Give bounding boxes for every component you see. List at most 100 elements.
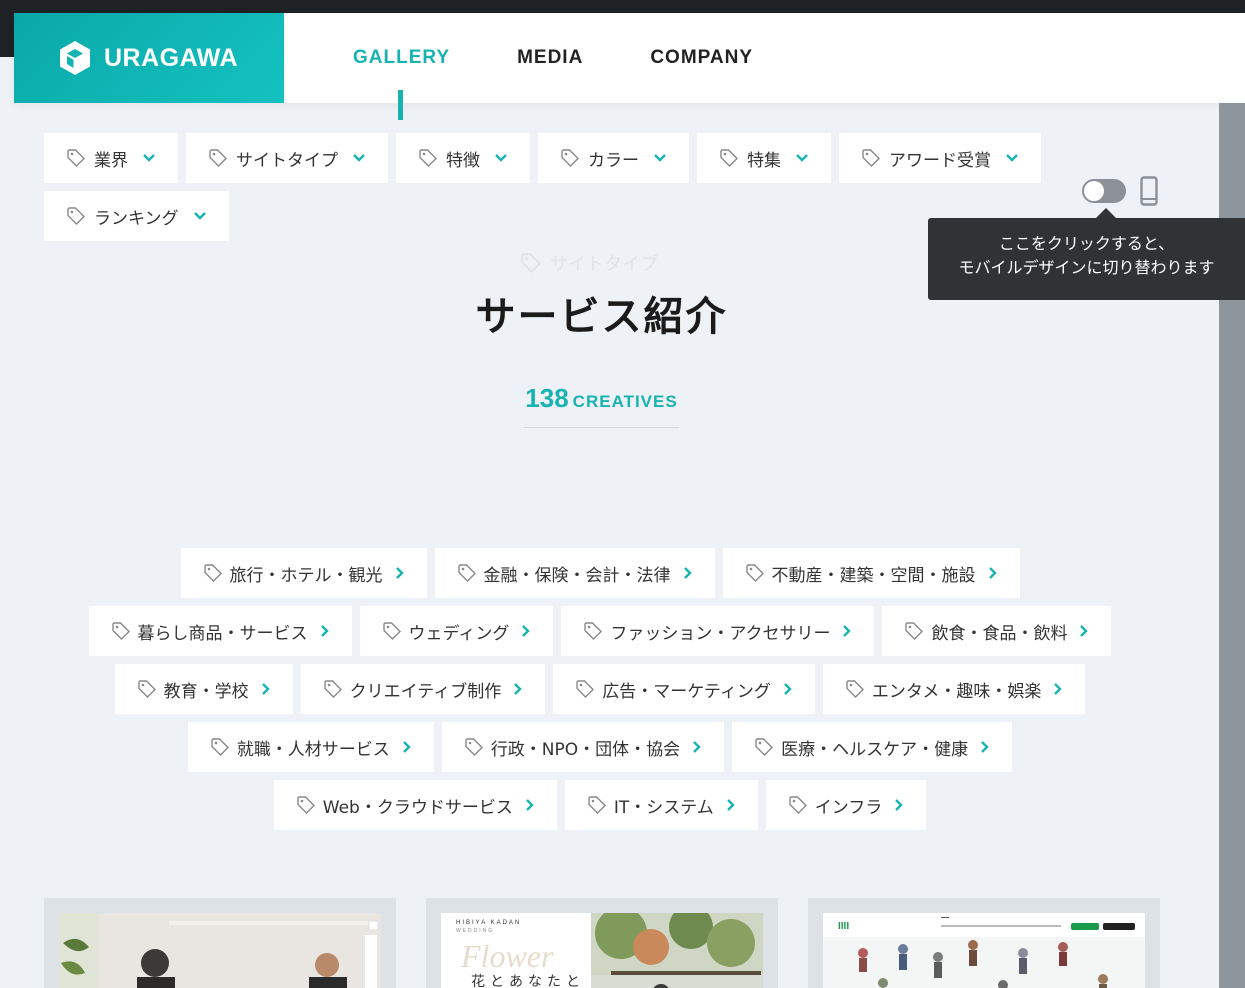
tag-icon xyxy=(521,253,542,274)
filter-label: 業界 xyxy=(94,150,128,171)
category-label: 不動産・建築・空間・施設 xyxy=(771,565,976,586)
category-row: 旅行・ホテル・観光 金融・保険・会計・法律 不動産・建築・空間・施設 xyxy=(40,548,1160,598)
filter-dropdown[interactable]: 特集 xyxy=(697,133,831,183)
card-script-text: Flower xyxy=(461,938,554,974)
category-list: 旅行・ホテル・観光 金融・保険・会計・法律 不動産・建築・空間・施設暮らし商品・サー… xyxy=(40,548,1160,838)
chevron-right-icon xyxy=(320,625,329,637)
filter-dropdown[interactable]: 業界 xyxy=(44,133,178,183)
tag-icon xyxy=(755,738,774,756)
card-thumbnail[interactable]: IIII xyxy=(823,913,1145,988)
category-link[interactable]: ファッション・アクセサリー xyxy=(561,606,875,656)
filter-dropdown[interactable]: ランキング xyxy=(44,191,229,241)
smartphone-icon[interactable] xyxy=(1140,176,1158,206)
top-bar-edge xyxy=(0,13,14,57)
nav-company[interactable]: COMPANY xyxy=(650,47,753,69)
toggle-knob xyxy=(1084,181,1104,201)
tag-icon xyxy=(297,796,315,814)
site-header: URAGAWA GALLERY MEDIA COMPANY xyxy=(14,13,1245,103)
top-bar xyxy=(0,0,1245,13)
filter-dropdown[interactable]: カラー xyxy=(538,133,689,183)
nav-media[interactable]: MEDIA xyxy=(517,47,583,69)
category-link[interactable]: IT・システム xyxy=(564,780,758,830)
category-link[interactable]: Web・クラウドサービス xyxy=(273,780,557,830)
chevron-right-icon xyxy=(395,567,404,579)
nav-active-indicator xyxy=(398,90,403,120)
category-link[interactable]: 広告・マーケティング xyxy=(553,664,815,714)
category-link[interactable]: 不動産・建築・空間・施設 xyxy=(722,548,1020,598)
gallery-card[interactable] xyxy=(44,898,396,988)
tag-icon xyxy=(67,207,85,225)
card-thumbnail-image xyxy=(823,917,1145,988)
card-thumbnail-image xyxy=(59,913,381,988)
tooltip-line-1: ここをクリックすると、 xyxy=(998,234,1175,253)
main-nav: GALLERY MEDIA COMPANY xyxy=(353,13,820,103)
filter-dropdown[interactable]: アワード受賞 xyxy=(839,133,1041,183)
category-link[interactable]: ウェディング xyxy=(359,606,554,656)
category-label: 旅行・ホテル・観光 xyxy=(229,565,383,586)
category-link[interactable]: エンタメ・趣味・娯楽 xyxy=(822,664,1086,714)
category-link[interactable]: 教育・学校 xyxy=(114,664,293,714)
chevron-down-icon xyxy=(1006,154,1018,162)
category-label: 広告・マーケティング xyxy=(602,681,771,702)
chevron-right-icon xyxy=(843,625,852,637)
filter-dropdown[interactable]: 特徴 xyxy=(396,133,530,183)
nav-gallery[interactable]: GALLERY xyxy=(353,47,450,69)
filter-label: 特集 xyxy=(747,150,781,171)
category-link[interactable]: 行政・NPO・団体・協会 xyxy=(441,722,725,772)
category-link[interactable]: 暮らし商品・サービス xyxy=(88,606,352,656)
category-link[interactable]: 医療・ヘルスケア・健康 xyxy=(732,722,1013,772)
category-label: 教育・学校 xyxy=(163,681,249,702)
category-label: 行政・NPO・団体・協会 xyxy=(490,739,681,760)
category-link[interactable]: クリエイティブ制作 xyxy=(300,664,546,714)
chevron-down-icon xyxy=(143,154,155,162)
tag-icon xyxy=(588,796,606,814)
page-title: サービス紹介 xyxy=(475,294,728,340)
chevron-down-icon xyxy=(796,154,808,162)
card-thumbnail[interactable] xyxy=(59,913,381,988)
category-row: 暮らし商品・サービス ウェディング ファッション・アクセサリー 飲食・食品・飲料 xyxy=(40,606,1160,656)
category-link[interactable]: 旅行・ホテル・観光 xyxy=(180,548,427,598)
tag-icon xyxy=(561,149,579,167)
tag-icon xyxy=(209,149,227,167)
mobile-toggle-group xyxy=(1082,176,1158,206)
tag-icon xyxy=(862,149,880,167)
tag-icon xyxy=(457,564,476,582)
tag-icon xyxy=(905,622,924,640)
card-jp-text: 花とあなたと xyxy=(471,974,585,988)
tag-icon xyxy=(576,680,595,698)
chevron-down-icon xyxy=(495,154,507,162)
logo[interactable]: URAGAWA xyxy=(14,13,284,103)
category-link[interactable]: 就職・人材サービス xyxy=(187,722,434,772)
card-brand: HIBIYA KADAN xyxy=(456,920,522,926)
category-link[interactable]: インフラ xyxy=(765,780,927,830)
filter-label: ランキング xyxy=(94,208,179,229)
category-label: 医療・ヘルスケア・健康 xyxy=(781,739,969,760)
category-row: 教育・学校 クリエイティブ制作 広告・マーケティング エンタメ・趣味・娯楽 xyxy=(40,664,1160,714)
tag-icon xyxy=(745,564,764,582)
tag-icon xyxy=(111,622,130,640)
ghost-label-text: サイトタイプ xyxy=(550,254,658,275)
gallery-card[interactable]: HIBIYA KADAN WEDDING Flower 花とあなたと xyxy=(426,898,778,988)
mobile-view-toggle[interactable] xyxy=(1082,179,1126,203)
chevron-right-icon xyxy=(522,625,531,637)
creatives-count-number: 138 xyxy=(525,383,569,413)
category-label: クリエイティブ制作 xyxy=(349,681,502,702)
category-label: ウェディング xyxy=(408,623,510,644)
creatives-count: 138 CREATIVES xyxy=(0,383,1203,414)
chevron-right-icon xyxy=(402,741,411,753)
chevron-right-icon xyxy=(895,799,903,811)
category-link[interactable]: 金融・保険・会計・法律 xyxy=(434,548,715,598)
count-divider xyxy=(524,427,679,428)
logo-text: URAGAWA xyxy=(104,43,239,72)
gallery-card[interactable]: IIII xyxy=(808,898,1160,988)
tag-icon xyxy=(720,149,738,167)
category-label: 就職・人材サービス xyxy=(236,739,390,760)
filter-dropdown[interactable]: サイトタイプ xyxy=(186,133,388,183)
chevron-down-icon xyxy=(193,212,206,220)
tag-icon xyxy=(203,564,222,582)
card-thumbnail[interactable]: HIBIYA KADAN WEDDING Flower 花とあなたと xyxy=(441,913,763,988)
chevron-right-icon xyxy=(683,567,692,579)
tooltip-line-2: モバイルデザインに切り替わります xyxy=(958,258,1215,277)
category-link[interactable]: 飲食・食品・飲料 xyxy=(882,606,1112,656)
tag-icon xyxy=(419,149,437,167)
